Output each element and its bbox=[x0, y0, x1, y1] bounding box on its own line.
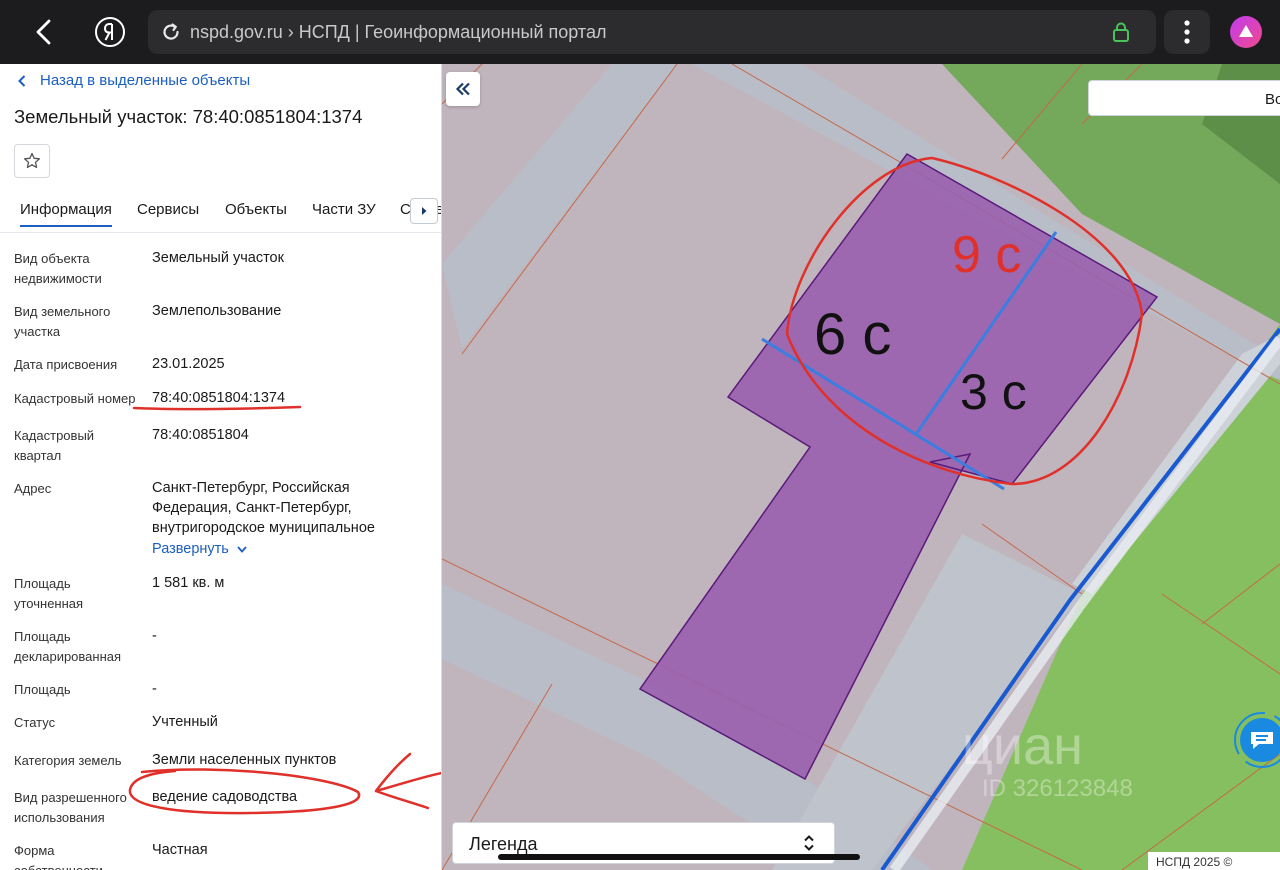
lock-icon[interactable] bbox=[1110, 21, 1132, 43]
annotation-9c: 9 с bbox=[952, 226, 1021, 284]
annotation-6c: 6 с bbox=[814, 302, 891, 367]
field-value-land-category: Земли населенных пунктов bbox=[152, 752, 337, 768]
field-label-area: Площадь bbox=[14, 682, 71, 697]
map-search-box[interactable]: Во bbox=[1088, 80, 1280, 116]
field-label-area-specified: Площадь уточненная bbox=[14, 576, 84, 611]
chevron-down-icon bbox=[237, 545, 247, 553]
field-label-assign-date: Дата присвоения bbox=[14, 357, 118, 372]
field-value-object-type: Земельный участок bbox=[152, 250, 284, 266]
tab-land-parts[interactable]: Части ЗУ bbox=[312, 201, 376, 218]
tab-services[interactable]: Сервисы bbox=[137, 201, 199, 218]
watermark-brand: циан bbox=[962, 716, 1083, 776]
yandex-button[interactable] bbox=[92, 14, 128, 50]
field-value-cadastral-quarter: 78:40:0851804 bbox=[152, 427, 249, 443]
expand-address-link[interactable]: Развернуть bbox=[152, 541, 247, 557]
address-bar[interactable]: nspd.gov.ru › НСПД | Геоинформационный п… bbox=[148, 10, 1156, 54]
object-info-panel: Назад в выделенные объекты Земельный уча… bbox=[0, 64, 442, 870]
legend-label: Легенда bbox=[469, 834, 538, 854]
field-value-permitted-use: ведение садоводства bbox=[152, 789, 298, 805]
chevron-left-icon bbox=[18, 74, 26, 87]
map-view[interactable]: 9 с 6 с 3 с циан ID 326123848 Во Легенда… bbox=[442, 64, 1280, 870]
double-chevron-left-icon bbox=[455, 82, 470, 96]
annotation-3c: 3 с bbox=[960, 364, 1027, 420]
field-value-ownership: Частная bbox=[152, 842, 208, 858]
caret-right-icon bbox=[422, 207, 427, 215]
field-label-ownership: Форма собственности bbox=[14, 843, 103, 870]
back-link-label: Назад в выделенные объекты bbox=[40, 72, 251, 89]
cian-watermark: циан ID 326123848 bbox=[962, 716, 1133, 802]
alice-button[interactable] bbox=[1228, 14, 1264, 50]
field-value-assign-date: 23.01.2025 bbox=[152, 356, 225, 372]
chat-icon bbox=[1234, 712, 1280, 768]
star-icon bbox=[23, 152, 41, 169]
field-label-permitted-use: Вид разрешенного использования bbox=[14, 790, 127, 825]
field-value-status: Учтенный bbox=[152, 714, 218, 730]
back-to-selected-link[interactable]: Назад в выделенные объекты bbox=[18, 72, 250, 89]
back-arrow-icon bbox=[36, 19, 51, 45]
browser-toolbar: nspd.gov.ru › НСПД | Геоинформационный п… bbox=[0, 0, 1280, 64]
field-label-parcel-type: Вид земельного участка bbox=[14, 304, 111, 339]
tabs-divider bbox=[0, 232, 441, 233]
field-value-address: Санкт-Петербург, Российская Федерация, С… bbox=[152, 480, 375, 536]
yandex-logo-icon bbox=[95, 17, 125, 47]
field-value-area-specified: 1 581 кв. м bbox=[152, 575, 225, 591]
more-vertical-icon bbox=[1184, 20, 1190, 44]
alice-icon bbox=[1230, 16, 1262, 48]
page-title: Земельный участок: 78:40:0851804:1374 bbox=[14, 106, 363, 127]
field-label-land-category: Категория земель bbox=[14, 753, 122, 768]
field-label-status: Статус bbox=[14, 715, 56, 730]
field-value-area: - bbox=[152, 681, 157, 697]
expand-link-label: Развернуть bbox=[152, 541, 229, 557]
tab-objects[interactable]: Объекты bbox=[225, 201, 287, 218]
field-value-area-declared: - bbox=[152, 628, 157, 644]
field-label-object-type: Вид объекта недвижимости bbox=[14, 251, 102, 286]
tabs-scroll-right-button[interactable] bbox=[410, 198, 438, 224]
field-label-cadastral-number: Кадастровый номер bbox=[14, 391, 136, 406]
url-text: nspd.gov.ru › НСПД | Геоинформационный п… bbox=[190, 22, 607, 42]
chevron-up-down-icon bbox=[804, 835, 814, 851]
reload-icon[interactable] bbox=[160, 21, 182, 43]
home-indicator bbox=[498, 854, 860, 860]
field-value-parcel-type: Землепользование bbox=[152, 303, 282, 319]
tab-information[interactable]: Информация bbox=[20, 201, 112, 227]
more-menu-button[interactable] bbox=[1164, 10, 1210, 54]
watermark-id: ID 326123848 bbox=[982, 775, 1133, 802]
tab-bar: Информация Сервисы Объекты Части ЗУ Свед… bbox=[0, 196, 441, 228]
field-label-area-declared: Площадь декларированная bbox=[14, 629, 122, 664]
field-label-cadastral-quarter: Кадастровый квартал bbox=[14, 428, 95, 463]
back-button[interactable] bbox=[24, 14, 64, 50]
favorite-button[interactable] bbox=[14, 144, 50, 178]
field-value-cadastral-number: 78:40:0851804:1374 bbox=[152, 390, 286, 406]
collapse-panel-button[interactable] bbox=[446, 72, 480, 106]
field-label-address: Адрес bbox=[14, 481, 52, 496]
search-box-text: Во bbox=[1265, 91, 1280, 108]
map-copyright: НСПД 2025 © bbox=[1148, 852, 1280, 870]
chat-button[interactable] bbox=[1232, 710, 1280, 770]
